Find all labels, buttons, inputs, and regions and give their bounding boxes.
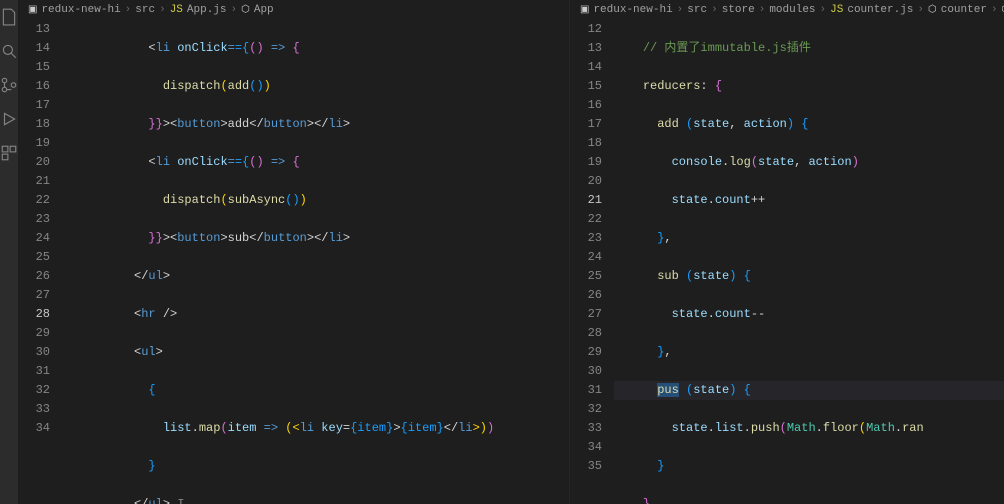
code-editor-left[interactable]: 1314151617181920212223242526272829303132… — [18, 20, 569, 504]
symbol-icon: ⬡ — [241, 4, 250, 16]
debug-icon[interactable] — [0, 110, 18, 128]
js-icon: JS — [170, 4, 183, 16]
editor-pane-right: ▣ redux-new-hi › src › store › modules ›… — [570, 0, 1004, 504]
line-gutter: 1314151617181920212223242526272829303132… — [18, 20, 62, 504]
bc-file[interactable]: counter.js — [847, 4, 913, 16]
chevron-right-icon: › — [759, 4, 766, 16]
bc-symbol[interactable]: counter — [941, 4, 987, 16]
bc-project[interactable]: redux-new-hi — [41, 4, 120, 16]
breadcrumb-right[interactable]: ▣ redux-new-hi › src › store › modules ›… — [570, 0, 1004, 20]
bc-file[interactable]: App.js — [187, 4, 227, 16]
editor-pane-left: ▣ redux-new-hi › src › JS App.js › ⬡ App… — [18, 0, 570, 504]
bc-symbol[interactable]: App — [254, 4, 274, 16]
chevron-right-icon: › — [991, 4, 998, 16]
code-content[interactable]: // 内置了immutable.js插件 reducers: { add (st… — [614, 20, 1004, 504]
extensions-icon[interactable] — [0, 144, 18, 162]
line-gutter: 1213141516171819202122232425262728293031… — [570, 20, 614, 504]
source-control-icon[interactable] — [0, 76, 18, 94]
bc-project[interactable]: redux-new-hi — [593, 4, 672, 16]
bc-folder[interactable]: src — [687, 4, 707, 16]
folder-icon: ▣ — [28, 4, 37, 16]
bc-folder[interactable]: modules — [769, 4, 815, 16]
code-editor-right[interactable]: 1213141516171819202122232425262728293031… — [570, 20, 1004, 504]
chevron-right-icon: › — [125, 4, 132, 16]
text-cursor-icon: I — [177, 495, 184, 504]
code-content[interactable]: <li onClick=={() => { dispatch(add()) }}… — [62, 20, 569, 504]
activity-bar — [0, 0, 18, 504]
bc-folder[interactable]: store — [722, 4, 755, 16]
search-icon[interactable] — [0, 42, 18, 60]
chevron-right-icon: › — [820, 4, 827, 16]
bc-folder[interactable]: src — [135, 4, 155, 16]
symbol-icon: ⬡ — [928, 4, 937, 16]
breadcrumb-left[interactable]: ▣ redux-new-hi › src › JS App.js › ⬡ App — [18, 0, 569, 20]
folder-icon: ▣ — [580, 4, 589, 16]
js-icon: JS — [830, 4, 843, 16]
files-icon[interactable] — [0, 8, 18, 26]
minimap[interactable] — [545, 20, 569, 504]
chevron-right-icon: › — [677, 4, 684, 16]
chevron-right-icon: › — [159, 4, 166, 16]
chevron-right-icon: › — [231, 4, 238, 16]
chevron-right-icon: › — [711, 4, 718, 16]
chevron-right-icon: › — [917, 4, 924, 16]
